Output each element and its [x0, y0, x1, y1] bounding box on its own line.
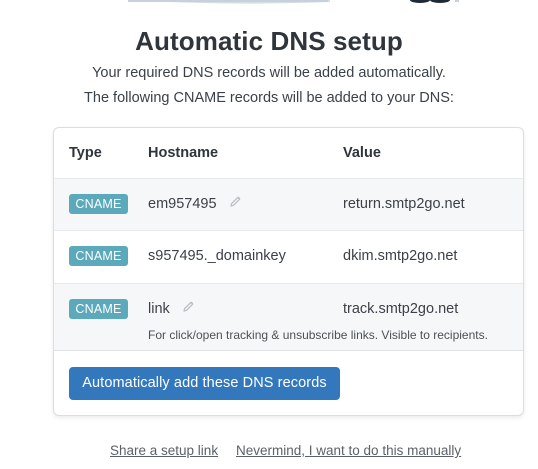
value-cell: return.smtp2go.net: [343, 196, 465, 212]
row-note: For click/open tracking & unsubscribe li…: [148, 328, 488, 342]
pencil-icon[interactable]: [229, 195, 242, 212]
table-row: CNAME link track.smtp2go.net For click/o…: [54, 283, 523, 351]
record-type-badge: CNAME: [69, 194, 128, 214]
manual-setup-link[interactable]: Nevermind, I want to do this manually: [236, 443, 461, 458]
record-type-badge: CNAME: [69, 299, 128, 319]
subtitle-line-2: The following CNAME records will be adde…: [84, 90, 454, 106]
hostname-cell: link: [148, 301, 195, 317]
table-row: CNAME s957495._domainkey dkim.smtp2go.ne…: [54, 230, 523, 283]
hostname-cell: em957495: [148, 196, 242, 212]
record-type-badge: CNAME: [69, 246, 128, 266]
dns-records-card: Type Hostname Value CNAME em957495 retur…: [53, 127, 524, 416]
table-row: CNAME em957495 return.smtp2go.net: [54, 178, 523, 230]
column-header-value: Value: [343, 145, 381, 161]
share-setup-link[interactable]: Share a setup link: [110, 443, 218, 458]
hostname-cell: s957495._domainkey: [148, 248, 286, 264]
page-title: Automatic DNS setup: [135, 26, 403, 56]
column-header-hostname: Hostname: [148, 145, 219, 161]
pencil-icon[interactable]: [182, 300, 195, 317]
column-header-type: Type: [69, 145, 102, 161]
add-dns-records-button[interactable]: Automatically add these DNS records: [69, 367, 340, 400]
value-cell: dkim.smtp2go.net: [343, 248, 458, 264]
hostname-text: link: [148, 301, 170, 317]
subtitle-line-1: Your required DNS records will be added …: [92, 65, 446, 81]
value-cell: track.smtp2go.net: [343, 301, 459, 317]
hostname-text: s957495._domainkey: [148, 248, 286, 264]
header-illustration: [128, 0, 459, 4]
table-header: Type Hostname Value: [54, 128, 523, 178]
hostname-text: em957495: [148, 196, 217, 212]
